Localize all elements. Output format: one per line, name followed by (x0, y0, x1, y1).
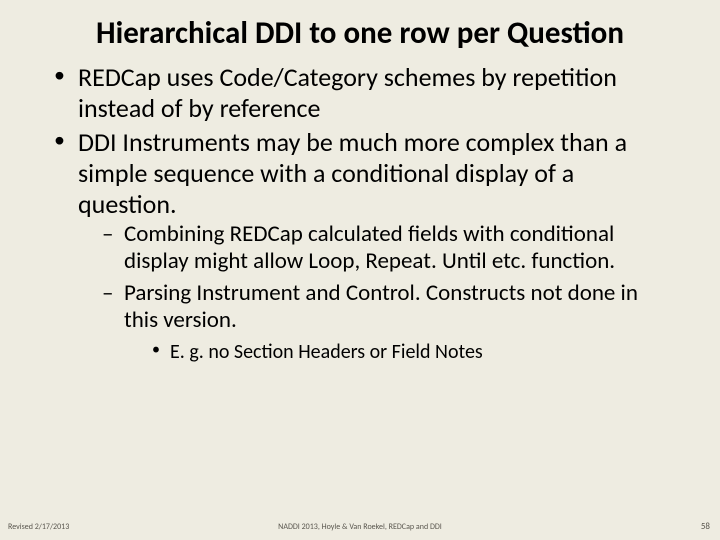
bullet-item: E. g. no Section Headers or Field Notes (150, 340, 670, 364)
bullet-text: Parsing Instrument and Control. Construc… (124, 279, 638, 334)
bullet-list-level1: REDCap uses Code/Category schemes by rep… (50, 62, 670, 364)
slide-footer: Revised 2/17/2013 NADDI 2013, Hoyle & Va… (0, 521, 720, 532)
slide-number: 58 (701, 521, 710, 532)
footer-citation: NADDI 2013, Hoyle & Van Roekel, REDCap a… (278, 522, 442, 532)
slide-title: Hierarchical DDI to one row per Question (0, 0, 720, 56)
footer-revised-date: Revised 2/17/2013 (8, 522, 69, 532)
bullet-item: Parsing Instrument and Control. Construc… (100, 280, 670, 364)
bullet-item: Combining REDCap calculated fields with … (100, 221, 670, 275)
bullet-text: DDI Instruments may be much more complex… (78, 126, 627, 219)
slide-body: REDCap uses Code/Category schemes by rep… (0, 56, 720, 364)
bullet-list-level3: E. g. no Section Headers or Field Notes (124, 340, 670, 364)
bullet-item: REDCap uses Code/Category schemes by rep… (50, 62, 670, 123)
bullet-list-level2: Combining REDCap calculated fields with … (78, 221, 670, 364)
bullet-item: DDI Instruments may be much more complex… (50, 127, 670, 364)
